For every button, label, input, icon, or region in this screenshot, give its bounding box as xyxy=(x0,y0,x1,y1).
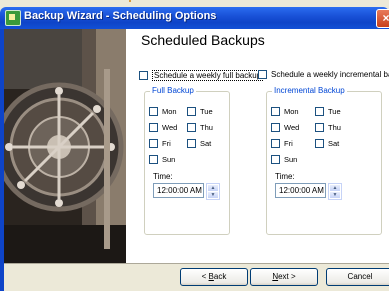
inc-day-checkbox-mon[interactable]: Mon xyxy=(271,107,299,116)
inc-day-label-thu: Thu xyxy=(328,123,341,132)
inc-day-checkbox-wed[interactable]: Wed xyxy=(271,123,299,132)
inc-day-checkbox-sun[interactable]: Sun xyxy=(271,155,297,164)
vault-door-illustration xyxy=(4,29,126,263)
full-day-checkbox-fri[interactable]: Fri xyxy=(149,139,171,148)
full-time-spinner[interactable]: ▲ ▼ xyxy=(206,183,220,200)
spin-up-icon[interactable]: ▲ xyxy=(208,185,218,191)
full-backup-group: Full Backup Mon Tue Wed Thu Fri Sat Sun … xyxy=(144,86,230,235)
inc-time-spinner[interactable]: ▲ ▼ xyxy=(328,183,342,200)
decorative-dot xyxy=(129,0,131,2)
back-button[interactable]: < Back xyxy=(180,268,248,286)
weekly-full-backup-checkbox[interactable]: Schedule a weekly full backup xyxy=(139,70,264,81)
spin-up-icon[interactable]: ▲ xyxy=(330,185,340,191)
window-title: Backup Wizard - Scheduling Options xyxy=(24,10,217,22)
incremental-backup-group: Incremental Backup Mon Tue Wed Thu Fri S… xyxy=(266,86,382,235)
page-title: Scheduled Backups xyxy=(141,32,265,48)
back-prefix: < xyxy=(201,272,209,281)
weekly-full-backup-box[interactable] xyxy=(139,71,148,80)
inc-time-label: Time: xyxy=(275,172,295,181)
inc-day-box-thu[interactable] xyxy=(315,123,324,132)
full-day-checkbox-thu[interactable]: Thu xyxy=(187,123,213,132)
inc-day-checkbox-thu[interactable]: Thu xyxy=(315,123,341,132)
inc-day-box-fri[interactable] xyxy=(271,139,280,148)
close-button[interactable]: × xyxy=(376,9,389,28)
full-day-box-sun[interactable] xyxy=(149,155,158,164)
title-bar[interactable]: Backup Wizard - Scheduling Options × xyxy=(0,7,389,29)
weekly-incremental-backup-label: Schedule a weekly incremental backup xyxy=(271,70,389,79)
full-day-label-tue: Tue xyxy=(200,107,213,116)
backup-wizard-window: Backup Wizard - Scheduling Options × Sch… xyxy=(0,0,389,291)
inc-day-box-tue[interactable] xyxy=(315,107,324,116)
weekly-incremental-backup-box[interactable] xyxy=(258,70,267,79)
weekly-incremental-backup-checkbox[interactable]: Schedule a weekly incremental backup xyxy=(258,70,389,79)
full-day-box-wed[interactable] xyxy=(149,123,158,132)
inc-day-label-wed: Wed xyxy=(284,123,300,132)
inc-day-label-tue: Tue xyxy=(328,107,341,116)
inc-day-checkbox-sat[interactable]: Sat xyxy=(315,139,339,148)
full-day-checkbox-tue[interactable]: Tue xyxy=(187,107,213,116)
full-day-box-tue[interactable] xyxy=(187,107,196,116)
inc-day-box-mon[interactable] xyxy=(271,107,280,116)
wizard-app-icon xyxy=(5,10,21,26)
inc-day-label-fri: Fri xyxy=(284,139,293,148)
spin-down-icon[interactable]: ▼ xyxy=(330,192,340,198)
inc-day-checkbox-tue[interactable]: Tue xyxy=(315,107,341,116)
full-day-checkbox-sun[interactable]: Sun xyxy=(149,155,175,164)
back-rest: ack xyxy=(213,272,227,281)
full-time-input[interactable]: 12:00:00 AM xyxy=(153,183,204,198)
full-day-box-sat[interactable] xyxy=(187,139,196,148)
full-day-checkbox-wed[interactable]: Wed xyxy=(149,123,177,132)
full-day-label-fri: Fri xyxy=(162,139,171,148)
full-day-label-wed: Wed xyxy=(162,123,178,132)
inc-day-label-mon: Mon xyxy=(284,107,299,116)
full-day-box-fri[interactable] xyxy=(149,139,158,148)
full-day-label-thu: Thu xyxy=(200,123,213,132)
inc-day-box-sun[interactable] xyxy=(271,155,280,164)
full-day-box-mon[interactable] xyxy=(149,107,158,116)
incremental-backup-group-title: Incremental Backup xyxy=(272,86,347,95)
inc-day-checkbox-fri[interactable]: Fri xyxy=(271,139,293,148)
full-time-label: Time: xyxy=(153,172,173,181)
full-day-checkbox-mon[interactable]: Mon xyxy=(149,107,177,116)
inc-day-label-sun: Sun xyxy=(284,155,298,164)
full-day-label-mon: Mon xyxy=(162,107,177,116)
spin-down-icon[interactable]: ▼ xyxy=(208,192,218,198)
full-day-checkbox-sat[interactable]: Sat xyxy=(187,139,211,148)
full-day-box-thu[interactable] xyxy=(187,123,196,132)
inc-day-box-sat[interactable] xyxy=(315,139,324,148)
vault-door-image xyxy=(4,29,126,263)
button-bar-divider xyxy=(4,263,389,264)
full-day-label-sat: Sat xyxy=(200,139,212,148)
inc-time-input[interactable]: 12:00:00 AM xyxy=(275,183,326,198)
full-day-label-sun: Sun xyxy=(162,155,176,164)
full-backup-group-title: Full Backup xyxy=(150,86,196,95)
cancel-button[interactable]: Cancel xyxy=(326,268,389,286)
wizard-content: Scheduled Backups Schedule a weekly full… xyxy=(4,29,389,263)
inc-day-box-wed[interactable] xyxy=(271,123,280,132)
next-button[interactable]: Next > xyxy=(250,268,318,286)
inc-day-label-sat: Sat xyxy=(328,139,340,148)
weekly-full-backup-label: Schedule a weekly full backup xyxy=(152,70,264,81)
next-rest: ext > xyxy=(278,272,296,281)
